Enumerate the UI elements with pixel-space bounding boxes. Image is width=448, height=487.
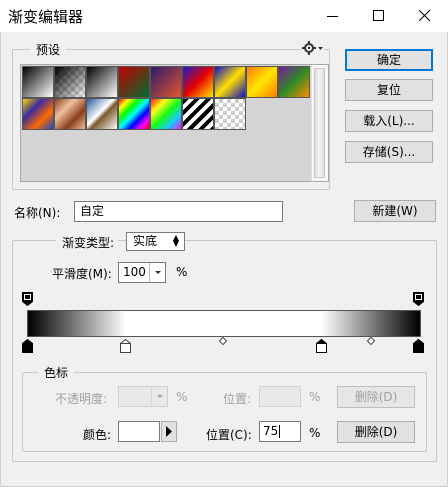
preset-swatch-foreground-to-background[interactable]: [22, 66, 54, 98]
text-caret: [279, 425, 281, 438]
opacity-unit: %: [176, 390, 188, 404]
gradient-bar[interactable]: [27, 310, 421, 337]
preset-swatch-red-green[interactable]: [118, 66, 150, 98]
triangle-right-icon: [166, 426, 172, 437]
color-location-unit: %: [309, 426, 321, 440]
opacity-stop-right[interactable]: [413, 292, 424, 307]
preset-scroll-thumb[interactable]: [314, 68, 325, 178]
window-title: 渐变编辑器: [8, 8, 84, 26]
smoothness-value: 100: [123, 265, 146, 279]
gradient-type-select[interactable]: 实底 ▲ ▼: [126, 232, 185, 251]
ok-button[interactable]: 确定: [345, 49, 433, 71]
preset-swatch-blue-red-yellow[interactable]: [182, 66, 214, 98]
color-stop-100[interactable]: [412, 338, 425, 353]
opacity-dropdown[interactable]: [151, 387, 167, 406]
color-swatch[interactable]: [118, 421, 160, 442]
opacity-stop-left[interactable]: [22, 292, 33, 307]
minimize-button[interactable]: [310, 0, 356, 32]
smoothness-input[interactable]: 100: [118, 262, 166, 283]
opacity-label: 不透明度:: [55, 392, 108, 406]
new-button[interactable]: 新建(W): [354, 200, 436, 222]
color-stop-25[interactable]: [119, 338, 132, 353]
color-stop-75-selected[interactable]: [315, 338, 328, 353]
preset-swatch-yellow-violet-orange-blue[interactable]: [22, 98, 54, 130]
smoothness-dropdown[interactable]: [149, 263, 165, 282]
opacity-delete-button[interactable]: 删除(D): [337, 386, 415, 408]
preset-swatch-foreground-to-transparent[interactable]: [54, 66, 86, 98]
reset-button[interactable]: 复位: [345, 79, 433, 101]
name-label: 名称(N):: [14, 206, 61, 220]
color-label: 颜色:: [83, 428, 112, 442]
preset-swatch-transparent-stripes[interactable]: [182, 98, 214, 130]
color-stop-0[interactable]: [21, 338, 34, 353]
smoothness-unit: %: [176, 265, 188, 279]
color-stops-label: 色标: [38, 364, 75, 381]
gradient-type-value: 实底: [133, 234, 158, 248]
smoothness-label: 平滑度(M):: [52, 267, 112, 281]
preset-swatch-black-to-white[interactable]: [86, 66, 118, 98]
preset-swatch-spectrum[interactable]: [118, 98, 150, 130]
color-location-value: 75: [263, 424, 279, 438]
updown-icon: ▲ ▼: [172, 233, 179, 248]
preset-swatch-violet-green-orange[interactable]: [278, 66, 310, 98]
chevron-down-icon: [157, 395, 163, 398]
color-delete-button[interactable]: 删除(D): [337, 421, 415, 443]
gradient-type-label: 渐变类型:: [56, 234, 119, 251]
minimize-icon: [327, 16, 338, 17]
opacity-location-label: 位置:: [223, 392, 252, 406]
color-menu-button[interactable]: [161, 421, 177, 442]
preset-swatch-blue-yellow-blue[interactable]: [214, 66, 246, 98]
close-button[interactable]: [402, 0, 448, 32]
save-button[interactable]: 存储(S)...: [345, 141, 433, 163]
maximize-icon: [373, 10, 384, 21]
opacity-location-unit: %: [309, 390, 321, 404]
gear-icon: [302, 41, 323, 55]
chevron-down-icon: [155, 271, 161, 274]
close-icon: [419, 10, 431, 22]
preset-swatch-chrome[interactable]: [86, 98, 118, 130]
load-button[interactable]: 载入(L)...: [345, 110, 433, 132]
preset-swatch-copper[interactable]: [54, 98, 86, 130]
presets-menu-button[interactable]: [302, 41, 324, 55]
presets-label: 预设: [30, 41, 67, 58]
name-input[interactable]: 自定: [74, 201, 283, 222]
preset-swatch-transparent-checker[interactable]: [214, 98, 246, 130]
preset-swatch-orange-yellow-orange[interactable]: [246, 66, 278, 98]
opacity-location-input[interactable]: [259, 386, 301, 407]
preset-swatch-violet-orange[interactable]: [150, 66, 182, 98]
preset-swatch-transparent-rainbow[interactable]: [150, 98, 182, 130]
color-location-input[interactable]: 75: [259, 421, 301, 442]
opacity-input[interactable]: [118, 386, 168, 407]
color-location-label: 位置(C):: [206, 428, 252, 442]
maximize-button[interactable]: [356, 0, 402, 32]
